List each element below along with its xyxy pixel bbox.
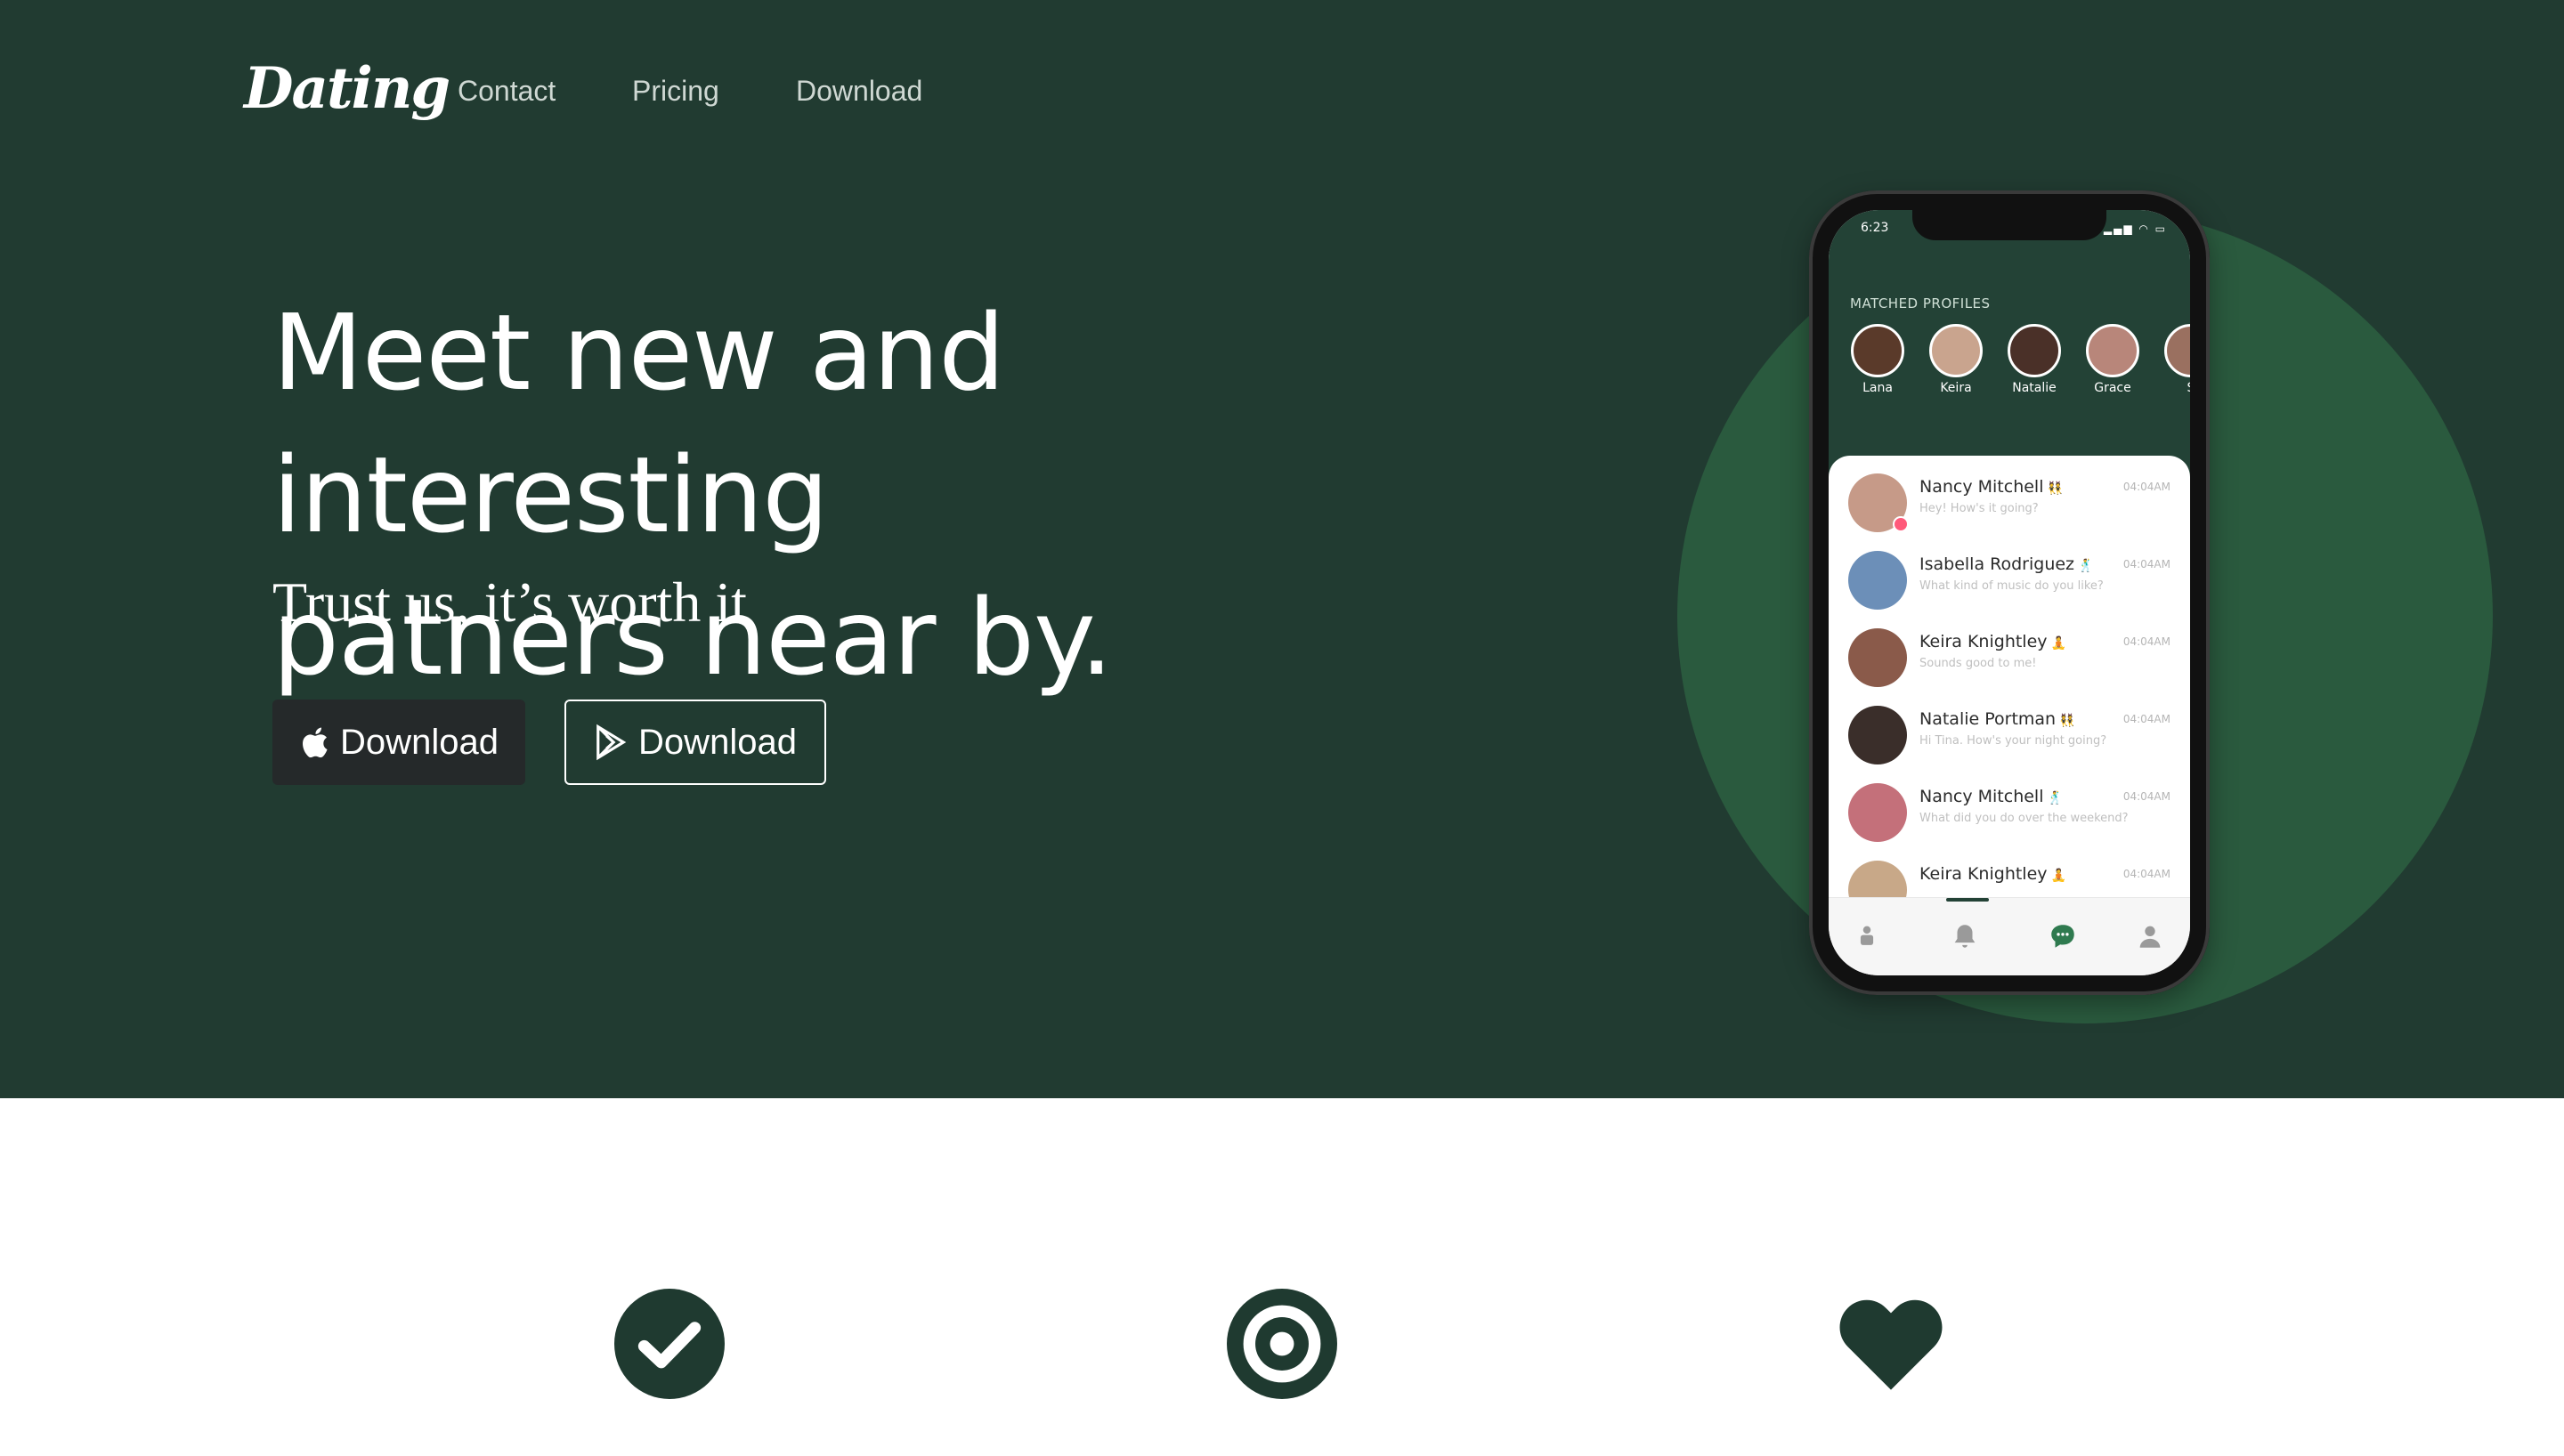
profile-icon[interactable] (2135, 921, 2165, 951)
matched-profile[interactable]: Natalie (2003, 324, 2065, 395)
phone-screen: 6:23 ▂▄▆ ◠ ▭ MATCHED PROFILES Lana Keira N… (1829, 210, 2190, 975)
hero-subtitle: Trust us, it’s worth it (272, 570, 747, 634)
heart-icon (1839, 1299, 1943, 1390)
chat-timestamp: 04:04AM (2122, 635, 2170, 648)
phone-header: 6:23 ▂▄▆ ◠ ▭ MATCHED PROFILES Lana Keira N… (1829, 210, 2190, 477)
app-store-download-button[interactable]: Download (272, 700, 525, 785)
navbar: Dating Contact Pricing Download (0, 0, 2564, 178)
avatar (1848, 706, 1907, 764)
chat-contact-name: Isabella Rodriguez 🕺 (1919, 554, 2093, 574)
tab-active-indicator (1946, 898, 1989, 902)
chat-list-item[interactable]: Isabella Rodriguez 🕺 What kind of music do… (1829, 542, 2190, 619)
chat-last-message: Hey! How's it going? (1919, 502, 2039, 515)
avatar (2008, 324, 2061, 377)
chat-timestamp: 04:04AM (2122, 790, 2170, 803)
hero-headline: Meet new and interesting patners near by… (272, 281, 1430, 708)
matched-profile[interactable]: S (2160, 324, 2190, 395)
phone-mockup: 6:23 ▂▄▆ ◠ ▭ MATCHED PROFILES Lana Keira N… (1809, 190, 2210, 995)
chat-contact-name-text: Isabella Rodriguez (1919, 554, 2075, 574)
nav-link-pricing[interactable]: Pricing (632, 75, 719, 108)
discover-tab-icon[interactable] (1852, 921, 1882, 951)
chat-icon[interactable] (2048, 921, 2078, 951)
phone-tab-bar (1829, 897, 2190, 975)
unread-badge (1893, 516, 1909, 532)
brand-logo[interactable]: Dating (244, 55, 450, 122)
matched-profile-name: Natalie (2012, 381, 2057, 395)
chat-contact-name: Natalie Portman 👯 (1919, 709, 2075, 729)
chat-contact-name-text: Nancy Mitchell (1919, 787, 2044, 806)
chat-list-item[interactable]: Nancy Mitchell 🕺 What did you do over the … (1829, 774, 2190, 851)
status-emoji-icon: 🧘 (2050, 869, 2066, 883)
avatar (2164, 324, 2190, 377)
check-circle-icon (614, 1289, 725, 1399)
chat-contact-name: Keira Knightley 🧘 (1919, 632, 2066, 651)
matched-profile-name: S (2160, 381, 2190, 395)
avatar (1848, 783, 1907, 842)
avatar (1851, 324, 1904, 377)
matched-profile[interactable]: Keira (1925, 324, 1987, 395)
nav-link-download[interactable]: Download (796, 75, 922, 108)
hero-section: Dating Contact Pricing Download Meet new… (0, 0, 2564, 1098)
status-time: 6:23 (1861, 221, 1889, 235)
matched-profile-name: Grace (2094, 381, 2131, 395)
status-emoji-icon: 👯 (2047, 481, 2063, 496)
phone-notch (1912, 210, 2106, 240)
chat-contact-name-text: Keira Knightley (1919, 864, 2048, 884)
chat-contact-name: Nancy Mitchell 🕺 (1919, 787, 2063, 806)
chat-last-message: Hi Tina. How's your night going? (1919, 734, 2107, 748)
chat-timestamp: 04:04AM (2122, 558, 2170, 570)
matched-profiles-title: MATCHED PROFILES (1850, 295, 1991, 311)
status-emoji-icon: 🕺 (2078, 559, 2094, 573)
google-play-icon (594, 724, 628, 761)
google-play-button-label: Download (638, 722, 797, 762)
app-store-button-label: Download (340, 722, 499, 762)
status-emoji-icon: 🧘 (2050, 636, 2066, 651)
matched-profiles-row: Lana Keira Natalie Grace S (1846, 324, 2190, 413)
avatar (1929, 324, 1983, 377)
chat-last-message: What kind of music do you like? (1919, 579, 2104, 593)
status-emoji-icon: 👯 (2059, 714, 2075, 728)
bell-icon[interactable] (1950, 921, 1980, 951)
apple-icon (299, 725, 329, 759)
status-icons: ▂▄▆ ◠ ▭ (2103, 222, 2167, 235)
matched-profile[interactable]: Grace (2081, 324, 2144, 395)
avatar (2086, 324, 2139, 377)
chat-last-message: What did you do over the weekend? (1919, 812, 2129, 825)
status-emoji-icon: 🕺 (2047, 791, 2063, 805)
avatar (1848, 628, 1907, 687)
matched-profile-name: Lana (1862, 381, 1893, 395)
chat-contact-name-text: Natalie Portman (1919, 709, 2057, 729)
matched-profile-name: Keira (1940, 381, 1972, 395)
chat-timestamp: 04:04AM (2122, 713, 2170, 725)
nav-link-contact[interactable]: Contact (458, 75, 556, 108)
chat-list-item[interactable]: Keira Knightley 🧘 Sounds good to me! 04:04A… (1829, 619, 2190, 696)
chat-list: Nancy Mitchell 👯 Hey! How's it going? 04:04… (1829, 456, 2190, 919)
chat-last-message: Sounds good to me! (1919, 657, 2037, 670)
headline-line-1: Meet new and interesting (272, 291, 1005, 556)
avatar (1848, 551, 1907, 610)
chat-timestamp: 04:04AM (2122, 868, 2170, 880)
chat-timestamp: 04:04AM (2122, 481, 2170, 493)
features-section (0, 1098, 2564, 1456)
target-icon (1227, 1289, 1337, 1399)
chat-list-item[interactable]: Nancy Mitchell 👯 Hey! How's it going? 04:04… (1829, 465, 2190, 541)
google-play-download-button[interactable]: Download (564, 700, 826, 785)
chat-list-item[interactable]: Natalie Portman 👯 Hi Tina. How's your nigh… (1829, 697, 2190, 773)
chat-contact-name-text: Nancy Mitchell (1919, 477, 2044, 497)
chat-contact-name: Nancy Mitchell 👯 (1919, 477, 2063, 497)
chat-contact-name-text: Keira Knightley (1919, 632, 2048, 651)
chat-contact-name: Keira Knightley 🧘 (1919, 864, 2066, 884)
matched-profile[interactable]: Lana (1846, 324, 1909, 395)
